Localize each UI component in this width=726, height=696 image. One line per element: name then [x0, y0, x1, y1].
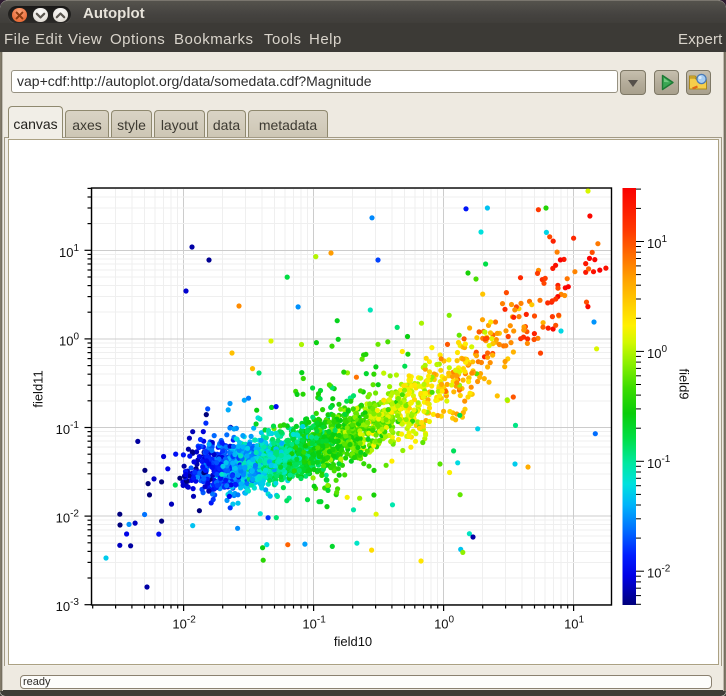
svg-text:field10: field10 [334, 634, 372, 649]
svg-text:10-2: 10-2 [172, 615, 196, 632]
svg-text:100: 100 [434, 615, 454, 632]
svg-text:10-3: 10-3 [56, 597, 80, 614]
svg-text:10-2: 10-2 [56, 509, 80, 526]
svg-text:10-2: 10-2 [647, 564, 671, 581]
svg-text:10-1: 10-1 [302, 615, 326, 632]
svg-text:10-1: 10-1 [56, 420, 80, 437]
svg-text:101: 101 [564, 615, 584, 632]
svg-text:101: 101 [647, 234, 667, 251]
svg-text:10-1: 10-1 [647, 454, 671, 471]
svg-text:field9: field9 [677, 368, 692, 399]
svg-text:100: 100 [647, 344, 667, 361]
svg-text:100: 100 [59, 331, 79, 348]
svg-text:101: 101 [59, 243, 79, 260]
svg-text:field11: field11 [31, 370, 46, 407]
